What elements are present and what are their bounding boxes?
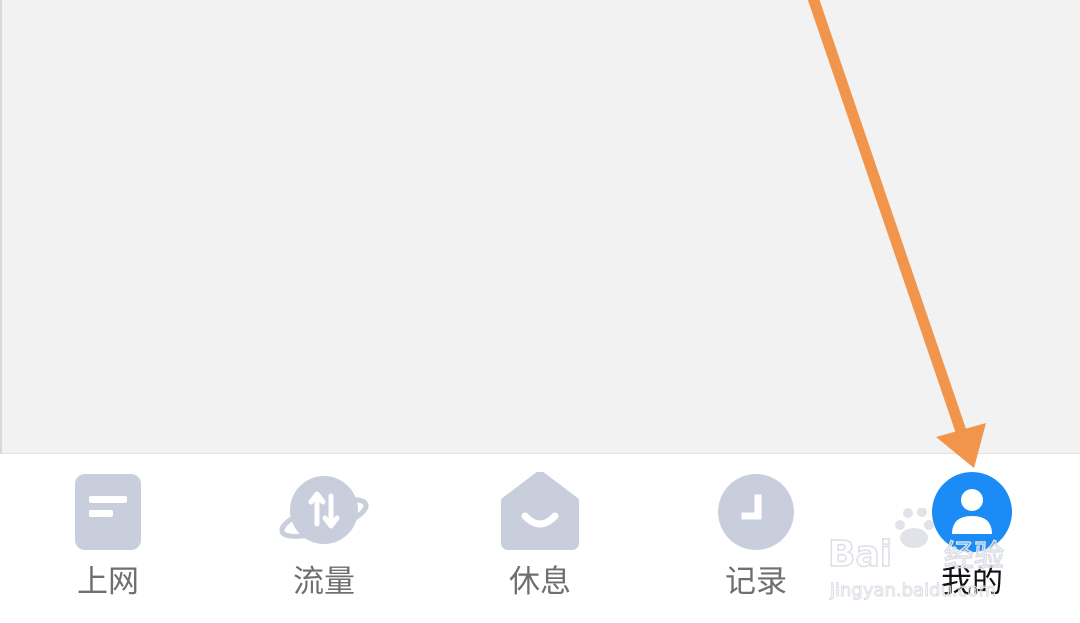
tab-xiuxi[interactable]: 休息 <box>432 454 648 623</box>
tab-label: 上网 <box>77 564 139 600</box>
tab-wode[interactable]: 我的 <box>864 454 1080 623</box>
tab-jilu[interactable]: 记录 <box>648 454 864 623</box>
smile-house-icon <box>495 472 585 552</box>
tab-label: 记录 <box>725 564 787 600</box>
user-profile-icon <box>927 472 1017 552</box>
planet-transfer-icon <box>279 472 369 552</box>
tab-shangwang[interactable]: 上网 <box>0 454 216 623</box>
tab-label: 休息 <box>509 564 571 600</box>
bottom-tab-bar: 上网 流量 休息 记录 我的 <box>0 453 1080 623</box>
tab-liuliang[interactable]: 流量 <box>216 454 432 623</box>
main-content-area <box>0 0 1080 453</box>
document-icon <box>63 472 153 552</box>
tab-label: 流量 <box>293 564 355 600</box>
clock-icon <box>711 472 801 552</box>
tab-label: 我的 <box>941 564 1003 600</box>
app-screen: 上网 流量 休息 记录 我的 Bai 经验 jingyan.baidu.com <box>0 0 1080 623</box>
